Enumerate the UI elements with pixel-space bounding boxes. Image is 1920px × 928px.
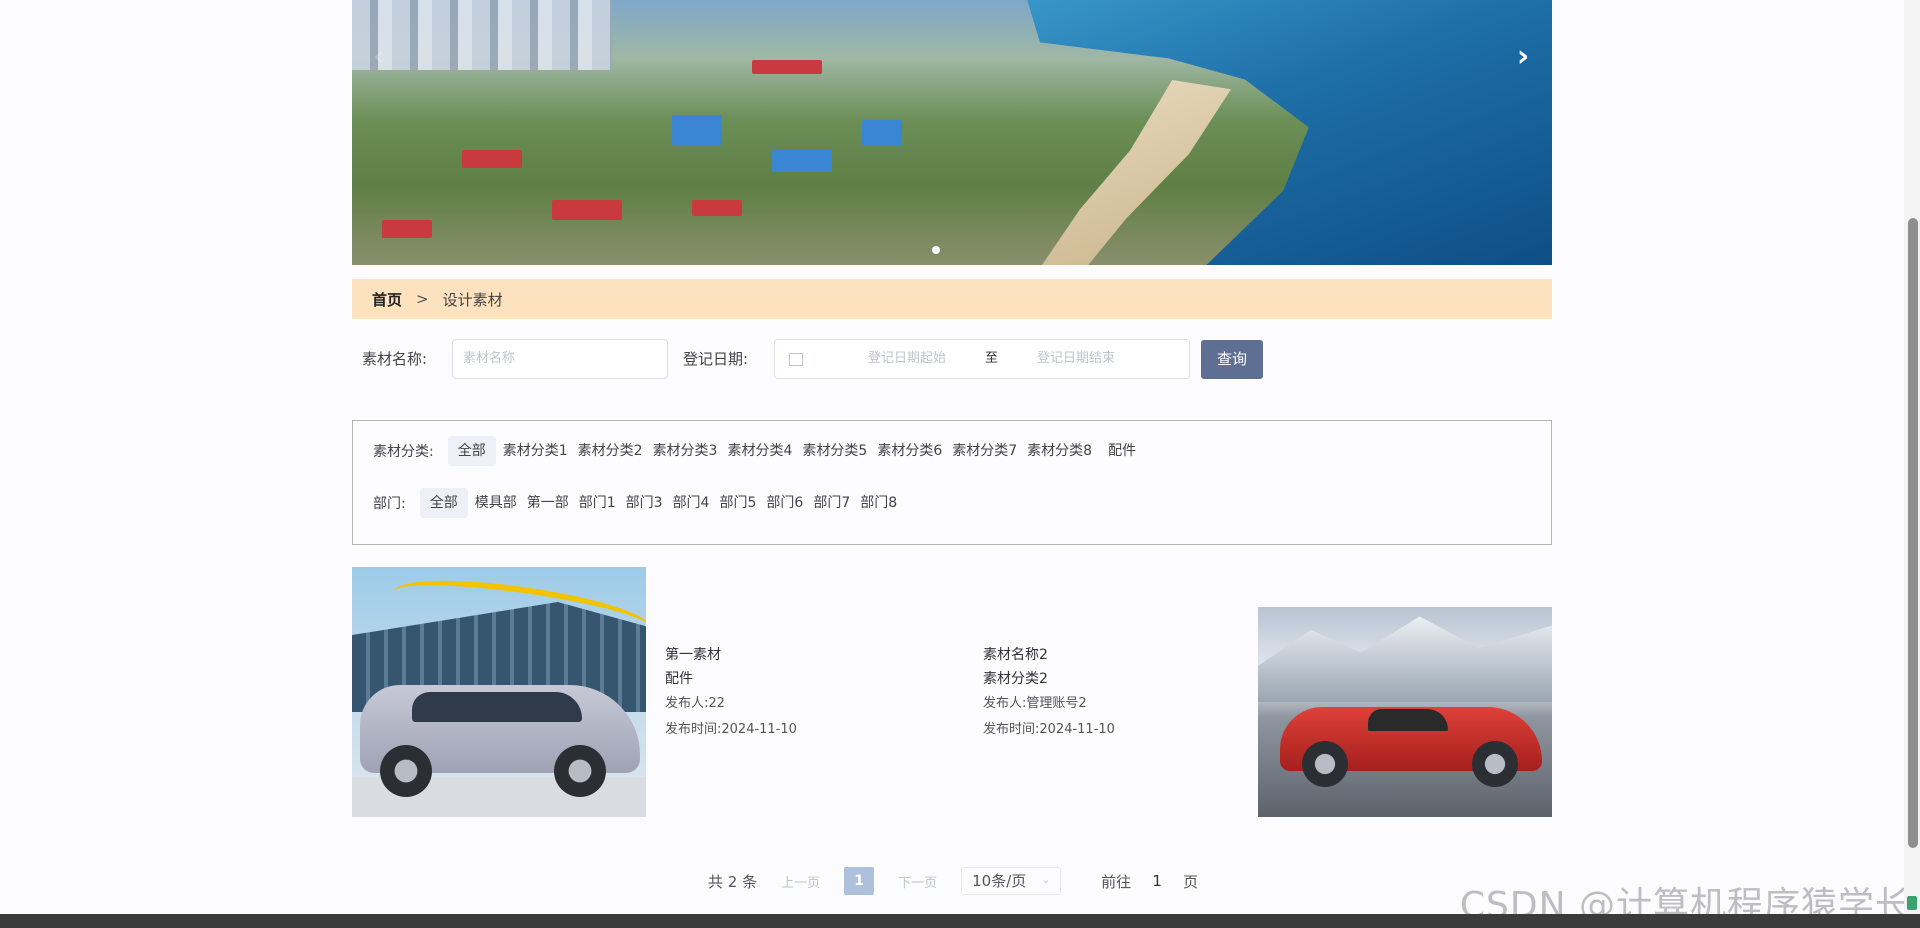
date-start-input[interactable]: 登记日期起始 [843,340,971,378]
query-button[interactable]: 查询 [1201,340,1263,379]
material-publish-time: 发布时间:2024-11-10 [665,722,797,737]
department-option[interactable]: 部门8 [855,488,902,518]
pagination: 共 2 条 上一页 1 下一页 10条/页 ⌄ 前往 1 页 [708,866,1198,896]
suv-car-image[interactable] [352,567,646,817]
banner-roof [382,220,432,238]
goto-label: 前往 [1101,872,1132,891]
banner-carousel: ‹ › [352,0,1552,265]
mountain-graphic [1258,616,1552,702]
car-window [412,692,582,722]
department-filter-row: 部门: 全部 模具部 第一部 部门1 部门3 部门4 部门5 部门6 部门7 部… [373,488,902,518]
chevron-down-icon: ⌄ [1041,875,1051,886]
category-option[interactable]: 素材分类4 [722,436,797,466]
category-option[interactable]: 素材分类5 [797,436,872,466]
department-option[interactable]: 部门4 [668,488,715,518]
calendar-icon [789,352,803,366]
date-range-separator: 至 [985,351,999,366]
department-filter-label: 部门: [373,496,406,512]
category-option[interactable]: 素材分类3 [648,436,723,466]
department-option[interactable]: 部门7 [808,488,855,518]
material-name-input[interactable]: 素材名称 [452,339,668,379]
material-publisher: 发布人:22 [665,696,725,711]
banner-roof [692,200,742,216]
banner-roof [462,150,522,168]
goto-page-input[interactable]: 1 [1137,867,1177,895]
department-option[interactable]: 部门1 [574,488,621,518]
banner-prev-arrow-icon[interactable]: ‹ [366,42,392,72]
breadcrumb-home-link[interactable]: 首页 [372,289,402,310]
material-category: 素材分类2 [983,671,1048,687]
date-end-input[interactable]: 登记日期结束 [1012,340,1140,378]
department-option-all[interactable]: 全部 [419,488,468,518]
filter-panel: 素材分类: 全部 素材分类1 素材分类2 素材分类3 素材分类4 素材分类5 素… [352,420,1552,545]
car-wheel [380,745,432,797]
pagination-next-button[interactable]: 下一页 [898,872,937,891]
register-date-label: 登记日期: [683,350,749,368]
goto-suffix: 页 [1183,872,1199,891]
red-sports-car-image[interactable] [1258,567,1552,817]
page-size-value: 10条/页 [972,872,1027,890]
category-option[interactable]: 素材分类1 [498,436,573,466]
department-option[interactable]: 部门6 [761,488,808,518]
banner-roof [862,120,902,146]
register-date-range-picker[interactable]: 登记日期起始 至 登记日期结束 [774,339,1190,379]
banner-next-arrow-icon[interactable]: › [1510,42,1536,72]
banner-roof [752,60,822,74]
banner-sea [1027,0,1552,265]
category-option[interactable]: 配件 [1103,436,1141,466]
pagination-page-1[interactable]: 1 [844,867,875,895]
banner-beach [1042,80,1231,265]
category-filter-label: 素材分类: [373,444,434,460]
page-size-select[interactable]: 10条/页 ⌄ [961,867,1062,895]
department-option[interactable]: 模具部 [470,488,522,518]
material-category: 配件 [665,671,693,687]
bottom-bar [0,914,1920,928]
banner-roof [552,200,622,220]
category-option[interactable]: 素材分类8 [1022,436,1097,466]
pagination-prev-button[interactable]: 上一页 [781,872,820,891]
breadcrumb-separator: > [416,290,429,308]
category-filter-row: 素材分类: 全部 素材分类1 素材分类2 素材分类3 素材分类4 素材分类5 素… [373,436,1141,466]
department-option[interactable]: 部门5 [714,488,761,518]
category-option[interactable]: 素材分类7 [947,436,1022,466]
category-option-all[interactable]: 全部 [447,436,496,466]
banner-indicator-dot[interactable] [932,246,940,254]
material-publish-time: 发布时间:2024-11-10 [983,722,1115,737]
scrollbar[interactable] [1904,0,1920,914]
department-option[interactable]: 部门3 [621,488,668,518]
material-card-1[interactable]: 第一素材 配件 发布人:22 发布时间:2024-11-10 [665,643,797,743]
material-title[interactable]: 第一素材 [665,643,797,667]
scrollbar-thumb[interactable] [1908,218,1918,848]
material-name-label: 素材名称: [362,350,428,368]
material-publisher: 发布人:管理账号2 [983,696,1087,711]
car-wheel [1472,741,1518,787]
material-title[interactable]: 素材名称2 [983,643,1115,667]
banner-roof [672,115,722,145]
banner-roof [772,150,832,172]
car-wheel [554,745,606,797]
breadcrumb: 首页 > 设计素材 [352,279,1552,319]
scroll-indicator-icon [1907,896,1917,910]
department-option[interactable]: 第一部 [522,488,574,518]
car-wheel [1302,741,1348,787]
pagination-total: 共 2 条 [708,872,758,891]
car-window [1368,709,1448,731]
breadcrumb-current: 设计素材 [442,290,503,309]
material-card-2[interactable]: 素材名称2 素材分类2 发布人:管理账号2 发布时间:2024-11-10 [983,643,1115,743]
category-option[interactable]: 素材分类2 [573,436,648,466]
category-option[interactable]: 素材分类6 [872,436,947,466]
